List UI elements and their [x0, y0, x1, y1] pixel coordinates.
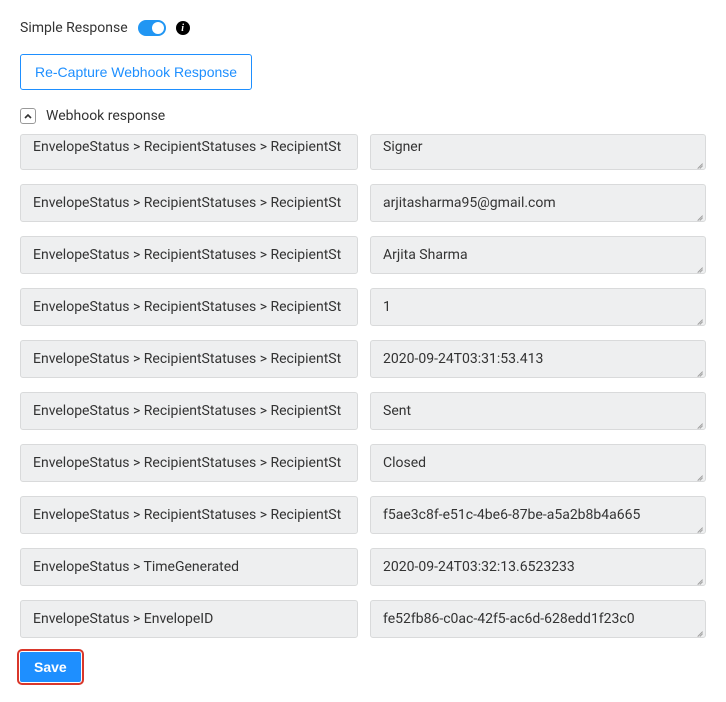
key-field[interactable]: EnvelopeStatus > RecipientStatuses > Rec… — [20, 184, 358, 222]
table-row: EnvelopeStatus > RecipientStatuses > Rec… — [20, 496, 706, 534]
key-field[interactable]: EnvelopeStatus > RecipientStatuses > Rec… — [20, 444, 358, 482]
value-text: Arjita Sharma — [383, 247, 468, 263]
table-row: EnvelopeStatus > EnvelopeID fe52fb86-c0a… — [20, 600, 706, 638]
recapture-webhook-button[interactable]: Re-Capture Webhook Response — [20, 54, 252, 90]
resize-handle-icon[interactable] — [694, 418, 703, 427]
info-icon[interactable]: i — [176, 21, 190, 35]
value-text: Closed — [383, 455, 426, 471]
table-row: EnvelopeStatus > TimeGenerated 2020-09-2… — [20, 548, 706, 586]
value-text: f5ae3c8f-e51c-4be6-87be-a5a2b8b4a665 — [383, 507, 640, 523]
key-field[interactable]: EnvelopeStatus > EnvelopeID — [20, 600, 358, 638]
collapse-toggle[interactable] — [20, 108, 36, 124]
table-row: EnvelopeStatus > RecipientStatuses > Rec… — [20, 134, 706, 170]
resize-handle-icon[interactable] — [694, 262, 703, 271]
resize-handle-icon[interactable] — [694, 314, 703, 323]
key-field[interactable]: EnvelopeStatus > RecipientStatuses > Rec… — [20, 496, 358, 534]
simple-response-label: Simple Response — [20, 20, 128, 36]
value-field[interactable]: Arjita Sharma — [370, 236, 706, 274]
key-text: EnvelopeStatus > RecipientStatuses > Rec… — [33, 455, 341, 471]
key-text: EnvelopeStatus > RecipientStatuses > Rec… — [33, 299, 341, 315]
table-row: EnvelopeStatus > RecipientStatuses > Rec… — [20, 444, 706, 482]
response-rows: EnvelopeStatus > RecipientStatuses > Rec… — [20, 134, 706, 638]
value-text: 2020-09-24T03:32:13.6523233 — [383, 559, 575, 575]
resize-handle-icon[interactable] — [694, 522, 703, 531]
value-field[interactable]: Closed — [370, 444, 706, 482]
value-field[interactable]: arjitasharma95@gmail.com — [370, 184, 706, 222]
key-text: EnvelopeStatus > RecipientStatuses > Rec… — [33, 507, 341, 523]
key-field[interactable]: EnvelopeStatus > TimeGenerated — [20, 548, 358, 586]
header-row: Simple Response i — [20, 20, 706, 36]
value-field[interactable]: Sent — [370, 392, 706, 430]
value-field[interactable]: f5ae3c8f-e51c-4be6-87be-a5a2b8b4a665 — [370, 496, 706, 534]
resize-handle-icon[interactable] — [694, 626, 703, 635]
resize-handle-icon[interactable] — [694, 158, 703, 167]
value-field[interactable]: 2020-09-24T03:31:53.413 — [370, 340, 706, 378]
section-header: Webhook response — [20, 108, 706, 124]
value-field[interactable]: 2020-09-24T03:32:13.6523233 — [370, 548, 706, 586]
key-field[interactable]: EnvelopeStatus > RecipientStatuses > Rec… — [20, 236, 358, 274]
key-text: EnvelopeStatus > RecipientStatuses > Rec… — [33, 195, 341, 211]
table-row: EnvelopeStatus > RecipientStatuses > Rec… — [20, 392, 706, 430]
value-text: 2020-09-24T03:31:53.413 — [383, 351, 543, 367]
key-text: EnvelopeStatus > EnvelopeID — [33, 611, 213, 627]
resize-handle-icon[interactable] — [694, 210, 703, 219]
resize-handle-icon[interactable] — [694, 470, 703, 479]
key-text: EnvelopeStatus > RecipientStatuses > Rec… — [33, 247, 341, 263]
value-field[interactable]: 1 — [370, 288, 706, 326]
chevron-up-icon — [24, 114, 32, 119]
value-text: fe52fb86-c0ac-42f5-ac6d-628edd1f23c0 — [383, 611, 635, 627]
value-text: 1 — [383, 299, 391, 315]
key-text: EnvelopeStatus > TimeGenerated — [33, 559, 239, 575]
simple-response-toggle[interactable] — [138, 20, 166, 36]
key-field[interactable]: EnvelopeStatus > RecipientStatuses > Rec… — [20, 340, 358, 378]
key-text: EnvelopeStatus > RecipientStatuses > Rec… — [33, 351, 341, 367]
save-button[interactable]: Save — [20, 652, 81, 682]
resize-handle-icon[interactable] — [694, 366, 703, 375]
key-field[interactable]: EnvelopeStatus > RecipientStatuses > Rec… — [20, 134, 358, 170]
table-row: EnvelopeStatus > RecipientStatuses > Rec… — [20, 236, 706, 274]
resize-handle-icon[interactable] — [694, 574, 703, 583]
value-text: Sent — [383, 403, 411, 419]
value-text: Signer — [383, 139, 422, 155]
section-title: Webhook response — [46, 108, 165, 124]
value-field[interactable]: Signer — [370, 134, 706, 170]
key-text: EnvelopeStatus > RecipientStatuses > Rec… — [33, 139, 341, 155]
value-text: arjitasharma95@gmail.com — [383, 195, 556, 211]
table-row: EnvelopeStatus > RecipientStatuses > Rec… — [20, 184, 706, 222]
key-field[interactable]: EnvelopeStatus > RecipientStatuses > Rec… — [20, 392, 358, 430]
key-field[interactable]: EnvelopeStatus > RecipientStatuses > Rec… — [20, 288, 358, 326]
key-text: EnvelopeStatus > RecipientStatuses > Rec… — [33, 403, 341, 419]
table-row: EnvelopeStatus > RecipientStatuses > Rec… — [20, 340, 706, 378]
table-row: EnvelopeStatus > RecipientStatuses > Rec… — [20, 288, 706, 326]
value-field[interactable]: fe52fb86-c0ac-42f5-ac6d-628edd1f23c0 — [370, 600, 706, 638]
